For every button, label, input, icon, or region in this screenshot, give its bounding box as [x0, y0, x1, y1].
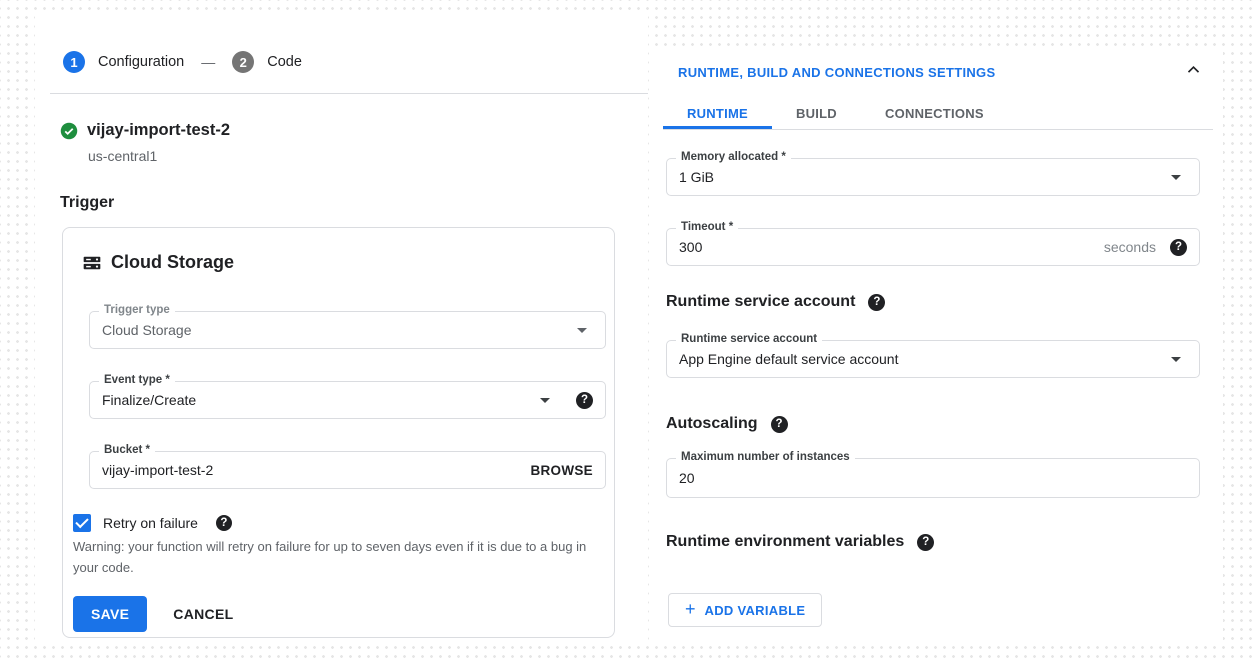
- trigger-type-label: Trigger type: [99, 304, 175, 316]
- retry-checkbox[interactable]: [73, 514, 91, 532]
- trigger-card-title-text: Cloud Storage: [111, 252, 234, 273]
- check-circle-icon: [60, 122, 78, 140]
- trigger-heading: Trigger: [60, 194, 114, 212]
- max-instances-field[interactable]: Maximum number of instances 20: [666, 458, 1200, 498]
- timeout-label: Timeout *: [676, 221, 738, 233]
- max-instances-label: Maximum number of instances: [676, 451, 855, 463]
- autoscaling-heading-row: Autoscaling ?: [666, 415, 788, 433]
- settings-section-header[interactable]: RUNTIME, BUILD AND CONNECTIONS SETTINGS: [678, 65, 995, 80]
- runtime-service-account-label: Runtime service account: [676, 333, 822, 345]
- step-2-label[interactable]: Code: [267, 54, 302, 70]
- max-instances-value[interactable]: 20: [679, 470, 1187, 486]
- trigger-card: Cloud Storage Trigger type Cloud Storage…: [62, 227, 615, 638]
- browse-button[interactable]: BROWSE: [530, 463, 593, 478]
- save-button[interactable]: SAVE: [73, 596, 147, 632]
- configuration-panel: 1 Configuration — 2 Code vijay-import-te…: [35, 15, 648, 643]
- trigger-card-title: Cloud Storage: [82, 252, 234, 273]
- help-icon[interactable]: ?: [917, 534, 934, 551]
- event-type-select[interactable]: Event type * Finalize/Create ?: [89, 381, 606, 419]
- bucket-value[interactable]: vijay-import-test-2: [102, 462, 530, 478]
- function-region: us-central1: [88, 148, 157, 164]
- memory-allocated-value: 1 GiB: [679, 169, 1165, 185]
- step-1-label[interactable]: Configuration: [98, 54, 184, 70]
- settings-tabbar: RUNTIME BUILD CONNECTIONS: [663, 101, 1213, 130]
- retry-warning-text: Warning: your function will retry on fai…: [73, 537, 601, 579]
- help-icon[interactable]: ?: [576, 392, 593, 409]
- help-icon[interactable]: ?: [868, 294, 885, 311]
- event-type-label: Event type *: [99, 374, 175, 386]
- cancel-button[interactable]: CANCEL: [173, 606, 233, 622]
- help-icon[interactable]: ?: [771, 416, 788, 433]
- add-variable-label: ADD VARIABLE: [705, 603, 806, 618]
- autoscaling-heading: Autoscaling: [666, 415, 758, 433]
- arrow-drop-down-icon[interactable]: [540, 398, 550, 403]
- arrow-drop-down-icon[interactable]: [577, 328, 587, 333]
- runtime-service-account-select[interactable]: Runtime service account App Engine defau…: [666, 340, 1200, 378]
- stepper-divider: [50, 93, 648, 94]
- help-icon[interactable]: ?: [1170, 239, 1187, 256]
- runtime-service-account-value: App Engine default service account: [679, 351, 1165, 367]
- bucket-field[interactable]: Bucket * vijay-import-test-2 BROWSE: [89, 451, 606, 489]
- trigger-actions: SAVE CANCEL: [73, 596, 233, 632]
- function-name-row: vijay-import-test-2: [60, 121, 230, 140]
- runtime-settings-panel: RUNTIME, BUILD AND CONNECTIONS SETTINGS …: [655, 47, 1223, 643]
- runtime-service-account-heading-row: Runtime service account ?: [666, 293, 885, 311]
- tab-connections[interactable]: CONNECTIONS: [861, 101, 1008, 129]
- env-vars-heading: Runtime environment variables: [666, 533, 904, 551]
- step-1-indicator[interactable]: 1: [63, 51, 85, 73]
- trigger-type-value: Cloud Storage: [102, 322, 571, 338]
- tab-runtime[interactable]: RUNTIME: [663, 101, 772, 129]
- tab-build[interactable]: BUILD: [772, 101, 861, 129]
- help-icon[interactable]: ?: [216, 515, 232, 531]
- timeout-value[interactable]: 300: [679, 239, 1104, 255]
- chevron-up-icon[interactable]: [1186, 63, 1201, 75]
- retry-on-failure-row: Retry on failure ?: [73, 514, 232, 532]
- retry-label[interactable]: Retry on failure: [103, 515, 198, 531]
- plus-icon: +: [685, 600, 696, 618]
- step-separator: —: [201, 54, 215, 70]
- runtime-service-account-heading: Runtime service account: [666, 293, 855, 311]
- event-type-value: Finalize/Create: [102, 392, 534, 408]
- stepper: 1 Configuration — 2 Code: [63, 51, 302, 73]
- arrow-drop-down-icon[interactable]: [1171, 175, 1181, 180]
- timeout-unit-suffix: seconds: [1104, 239, 1156, 255]
- add-variable-button[interactable]: + ADD VARIABLE: [668, 593, 822, 627]
- bucket-label: Bucket *: [99, 444, 155, 456]
- memory-allocated-select[interactable]: Memory allocated * 1 GiB: [666, 158, 1200, 196]
- step-2-indicator[interactable]: 2: [232, 51, 254, 73]
- memory-allocated-label: Memory allocated *: [676, 151, 791, 163]
- env-vars-heading-row: Runtime environment variables ?: [666, 533, 934, 551]
- cloud-storage-icon: [82, 253, 102, 273]
- trigger-type-select[interactable]: Trigger type Cloud Storage: [89, 311, 606, 349]
- timeout-field[interactable]: Timeout * 300 seconds ?: [666, 228, 1200, 266]
- function-name: vijay-import-test-2: [87, 121, 230, 140]
- arrow-drop-down-icon[interactable]: [1171, 357, 1181, 362]
